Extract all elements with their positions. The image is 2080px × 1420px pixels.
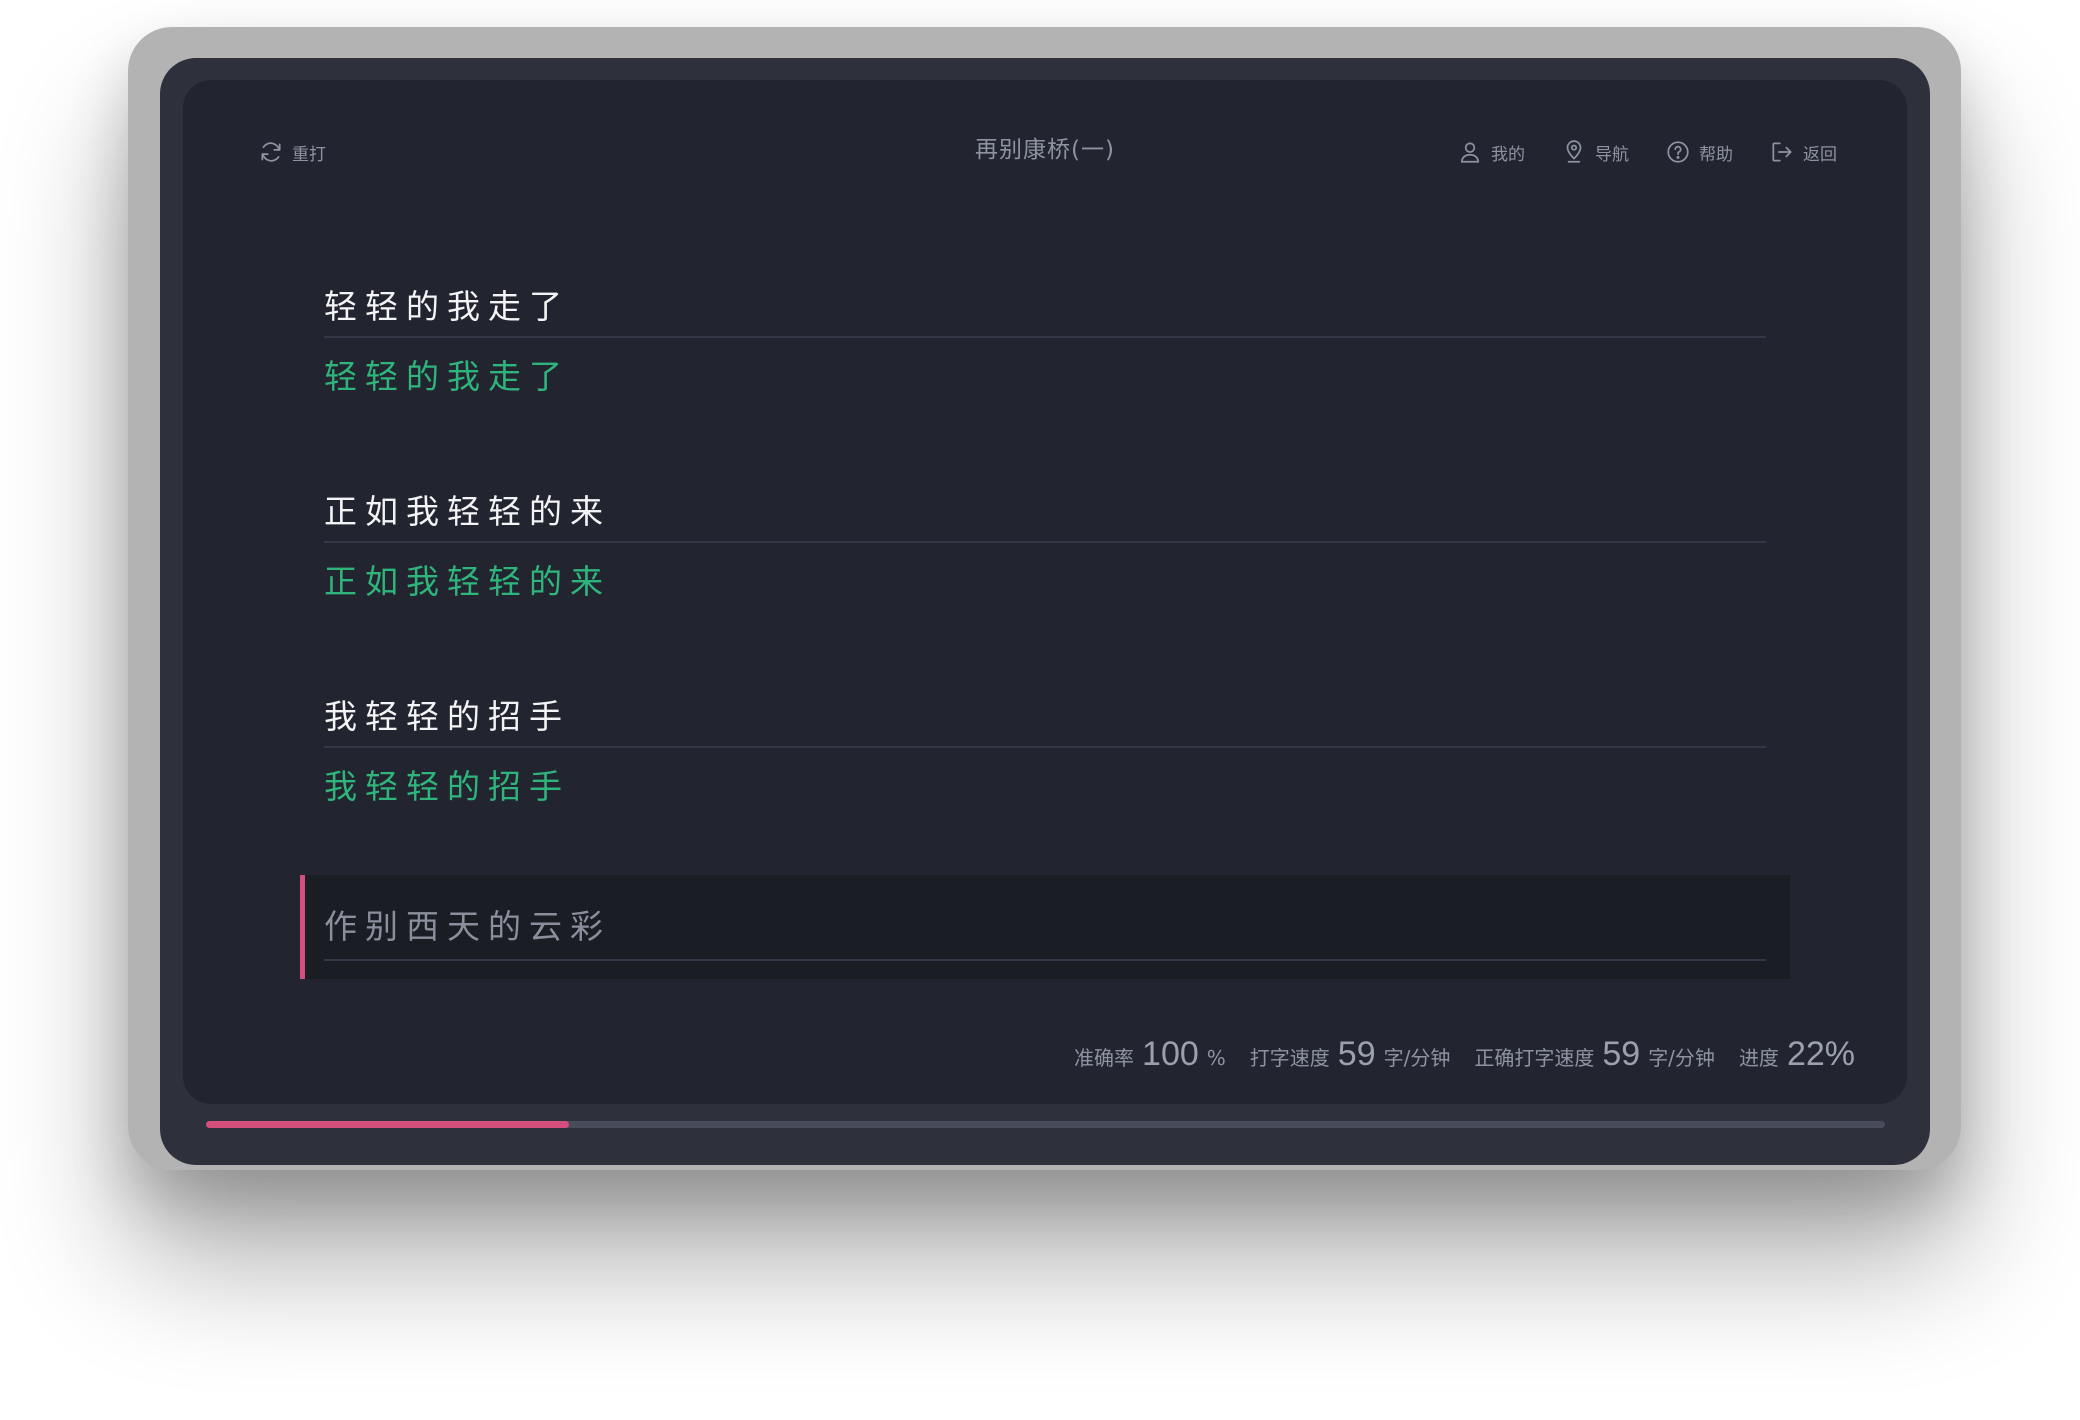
stat-correct-speed: 正确打字速度 59 字/分钟 bbox=[1474, 1035, 1715, 1074]
nav-navigation[interactable]: 导航 bbox=[1561, 139, 1629, 165]
nav-back-label: 返回 bbox=[1803, 144, 1837, 165]
source-line: 我轻轻的招手 bbox=[324, 682, 1766, 748]
progress-bar bbox=[206, 1121, 1885, 1128]
typing-stats: 准确率 100 % 打字速度 59 字/分钟 正确打字速度 59 字/分钟 进度… bbox=[1074, 1035, 1855, 1083]
location-pin-icon bbox=[1561, 139, 1587, 165]
line-item: 轻轻的我走了 轻轻的我走了 bbox=[324, 272, 1766, 410]
stat-speed: 打字速度 59 字/分钟 bbox=[1250, 1035, 1451, 1074]
stat-accuracy-unit: % bbox=[1206, 1046, 1226, 1070]
stat-progress-value: 22% bbox=[1786, 1035, 1855, 1073]
source-line: 轻轻的我走了 bbox=[324, 272, 1766, 338]
nav-profile[interactable]: 我的 bbox=[1457, 139, 1525, 165]
stat-progress: 进度 22% bbox=[1739, 1035, 1855, 1074]
nav-back[interactable]: 返回 bbox=[1769, 139, 1837, 165]
stat-accuracy-label: 准确率 bbox=[1074, 1046, 1135, 1070]
stat-correct-speed-value: 59 bbox=[1602, 1035, 1641, 1073]
typed-line: 我轻轻的招手 bbox=[324, 767, 570, 806]
user-icon bbox=[1457, 139, 1483, 165]
stat-progress-label: 进度 bbox=[1738, 1046, 1779, 1070]
progress-bar-fill bbox=[206, 1121, 569, 1128]
stat-speed-unit: 字/分钟 bbox=[1383, 1046, 1451, 1070]
nav-profile-label: 我的 bbox=[1491, 144, 1525, 165]
nav-help-label: 帮助 bbox=[1699, 144, 1733, 165]
line-item: 我轻轻的招手 我轻轻的招手 bbox=[324, 682, 1766, 820]
nav-help[interactable]: 帮助 bbox=[1665, 139, 1733, 165]
exit-icon bbox=[1769, 139, 1795, 165]
typing-screen: 重打 再别康桥(一) 我的 导航 帮助 返回 轻轻的我走了 轻轻的我走了 正如我… bbox=[183, 80, 1907, 1104]
stat-accuracy: 准确率 100 % bbox=[1074, 1035, 1226, 1074]
top-nav: 我的 导航 帮助 返回 bbox=[1457, 132, 1837, 172]
help-icon bbox=[1665, 139, 1691, 165]
typed-line: 轻轻的我走了 bbox=[324, 357, 570, 396]
active-typing-line[interactable]: 作别西天的云彩 bbox=[300, 875, 1790, 979]
stat-correct-speed-unit: 字/分钟 bbox=[1648, 1046, 1715, 1070]
line-item: 正如我轻轻的来 正如我轻轻的来 bbox=[324, 477, 1766, 615]
source-line: 正如我轻轻的来 bbox=[324, 477, 1766, 543]
stat-accuracy-value: 100 bbox=[1142, 1035, 1199, 1073]
stat-speed-value: 59 bbox=[1337, 1035, 1376, 1073]
typed-line: 正如我轻轻的来 bbox=[324, 562, 611, 601]
active-source-line[interactable]: 作别西天的云彩 bbox=[324, 889, 1766, 961]
nav-navigation-label: 导航 bbox=[1595, 144, 1629, 165]
top-bar: 重打 再别康桥(一) 我的 导航 帮助 返回 bbox=[183, 80, 1907, 210]
stat-correct-speed-label: 正确打字速度 bbox=[1474, 1046, 1595, 1070]
stat-speed-label: 打字速度 bbox=[1249, 1046, 1330, 1070]
